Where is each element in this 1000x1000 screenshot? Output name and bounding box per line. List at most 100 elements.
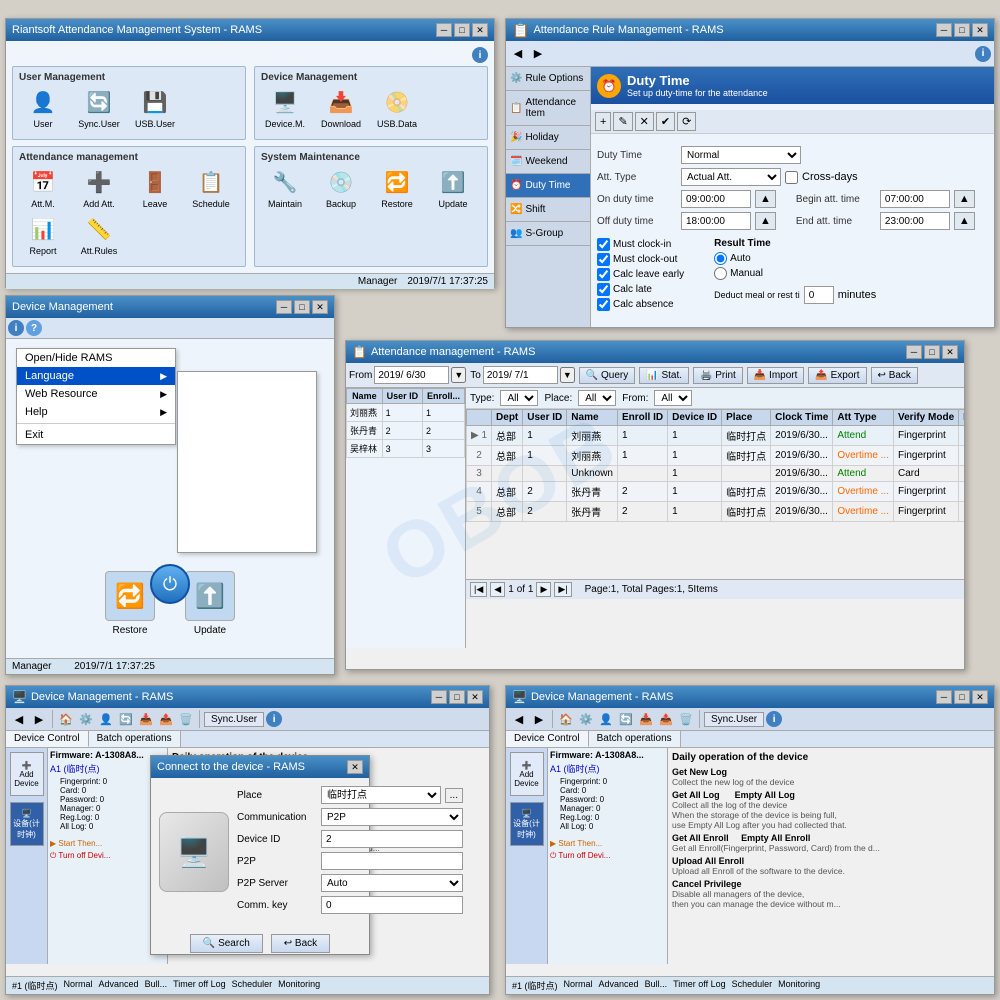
off-duty-spin-btn[interactable]: ▲ xyxy=(755,212,776,230)
info-icon[interactable]: i xyxy=(472,47,488,63)
p2p-server-select[interactable]: Auto xyxy=(321,874,463,892)
off-duty-input[interactable] xyxy=(681,212,751,230)
connect-close-btn[interactable]: ✕ xyxy=(347,760,363,774)
add-device-btn-right[interactable]: ➕ Add Device xyxy=(510,752,544,796)
menu-language[interactable]: Language ▶ Auto Arabic Chinese(Simplifie… xyxy=(17,367,175,385)
close-btn[interactable]: ✕ xyxy=(472,23,488,37)
dev-right-settings-icon[interactable]: ⚙️ xyxy=(577,710,595,728)
dev-left-close-btn[interactable]: ✕ xyxy=(467,690,483,704)
restore-dev-icon-item[interactable]: 🔁 Restore xyxy=(105,571,155,636)
sidebar-duty-time[interactable]: ⏰ Duty Time xyxy=(506,174,590,198)
calc-late-checkbox[interactable] xyxy=(597,283,610,296)
search-btn[interactable]: 🔍 Search xyxy=(190,934,263,953)
rule-back-btn[interactable]: ◀ xyxy=(509,45,527,63)
place-select[interactable]: 临时打点 xyxy=(321,786,441,804)
tab-device-control-right[interactable]: Device Control xyxy=(506,731,589,747)
dev-right-forward-btn[interactable]: ▶ xyxy=(530,710,548,728)
dev-left-download-icon[interactable]: 📥 xyxy=(137,710,155,728)
update-btn[interactable]: ⬆️ Update xyxy=(427,166,479,209)
sync-user-btn[interactable]: 🔄 Sync.User xyxy=(73,86,125,129)
device-id-input[interactable] xyxy=(321,830,463,848)
dev-left-sync-icon[interactable]: 🔄 xyxy=(117,710,135,728)
dev-left-forward-btn[interactable]: ▶ xyxy=(30,710,48,728)
tab-batch-ops-right[interactable]: Batch operations xyxy=(589,731,681,747)
auto-radio[interactable] xyxy=(714,252,727,265)
add-rule-btn[interactable]: + xyxy=(595,112,611,131)
export-btn[interactable]: 📤 Export xyxy=(808,367,866,384)
add-device-btn[interactable]: ➕ Add Device xyxy=(10,752,44,796)
refresh-rule-btn[interactable]: ⟳ xyxy=(677,112,696,131)
device-minimize-btn[interactable]: ─ xyxy=(276,300,292,314)
device-tree-item-1[interactable]: A1 (临时(点) xyxy=(50,762,165,775)
delete-rule-btn[interactable]: ✕ xyxy=(635,112,654,131)
att-minimize-btn[interactable]: ─ xyxy=(906,345,922,359)
sidebar-rule-options[interactable]: ⚙️ Rule Options xyxy=(506,67,590,91)
sidebar-shift[interactable]: 🔀 Shift xyxy=(506,198,590,222)
device-m-btn[interactable]: 🖥️ Device.M. xyxy=(259,86,311,129)
device-item-btn-right[interactable]: 🖥️ 设备(计时钟) xyxy=(510,802,544,846)
minimize-btn[interactable]: ─ xyxy=(436,23,452,37)
dev-left-info-icon[interactable]: i xyxy=(266,711,282,727)
left-row-1[interactable]: 刘丽燕 1 1 xyxy=(347,404,465,422)
apply-rule-btn[interactable]: ✔ xyxy=(656,112,675,131)
cross-days-checkbox[interactable] xyxy=(785,171,798,184)
dev-left-minimize-btn[interactable]: ─ xyxy=(431,690,447,704)
att-rules-btn[interactable]: 📏 Att.Rules xyxy=(73,213,125,256)
maximize-btn[interactable]: □ xyxy=(454,23,470,37)
maintain-btn[interactable]: 🔧 Maintain xyxy=(259,166,311,209)
stat-btn[interactable]: 📊 Stat. xyxy=(639,367,689,384)
att-maximize-btn[interactable]: □ xyxy=(924,345,940,359)
lang-chinese-simplified[interactable]: Chinese(Simplified) xyxy=(178,408,316,426)
deduct-input[interactable] xyxy=(804,286,834,304)
begin-att-input[interactable] xyxy=(880,190,950,208)
schedule-btn[interactable]: 📋 Schedule xyxy=(185,166,237,209)
sync-user-btn[interactable]: Sync.User xyxy=(204,712,264,727)
print-btn[interactable]: 🖨️ Print xyxy=(693,367,743,384)
back-dialog-btn[interactable]: ↩ Back xyxy=(271,934,330,953)
dev-right-upload-icon[interactable]: 📤 xyxy=(657,710,675,728)
from-date-dropdown-btn[interactable]: ▼ xyxy=(451,367,466,383)
edit-rule-btn[interactable]: ✎ xyxy=(613,112,632,131)
communication-select[interactable]: P2P xyxy=(321,808,463,826)
dev-right-download-icon[interactable]: 📥 xyxy=(637,710,655,728)
first-page-btn[interactable]: |◀ xyxy=(470,582,487,597)
p2p-input[interactable] xyxy=(321,852,463,870)
lang-espanol[interactable]: Español xyxy=(178,462,316,480)
lang-turkish[interactable]: Turkish xyxy=(178,534,316,552)
back-btn[interactable]: ↩ Back xyxy=(871,367,918,384)
tab-device-control[interactable]: Device Control xyxy=(6,731,89,747)
end-att-input[interactable] xyxy=(880,212,950,230)
dev-right-maximize-btn[interactable]: □ xyxy=(954,690,970,704)
menu-open-hide[interactable]: Open/Hide RAMS xyxy=(17,349,175,367)
to-date-dropdown-btn[interactable]: ▼ xyxy=(560,367,575,383)
device-help-icon[interactable]: ? xyxy=(26,320,42,336)
dev-right-user-icon[interactable]: 👤 xyxy=(597,710,615,728)
place-edit-btn[interactable]: ... xyxy=(445,788,463,803)
lang-thai[interactable]: Thai xyxy=(178,516,316,534)
report-btn[interactable]: 📊 Report xyxy=(17,213,69,256)
comm-key-input[interactable] xyxy=(321,896,463,914)
rule-info-icon[interactable]: i xyxy=(975,46,991,62)
dev-left-upload-icon[interactable]: 📤 xyxy=(157,710,175,728)
rule-close-btn[interactable]: ✕ xyxy=(972,23,988,37)
update-dev-icon-item[interactable]: ⬆️ Update xyxy=(185,571,235,636)
dev-left-maximize-btn[interactable]: □ xyxy=(449,690,465,704)
device-tree-item-right[interactable]: A1 (临时(点) xyxy=(550,762,665,775)
att-m-btn[interactable]: 📅 Att.M. xyxy=(17,166,69,209)
last-page-btn[interactable]: ▶| xyxy=(554,582,571,597)
lang-english[interactable]: English xyxy=(178,444,316,462)
sidebar-holiday[interactable]: 🎉 Holiday xyxy=(506,126,590,150)
leave-btn[interactable]: 🚪 Leave xyxy=(129,166,181,209)
rule-maximize-btn[interactable]: □ xyxy=(954,23,970,37)
next-page-btn[interactable]: ▶ xyxy=(536,582,551,597)
device-close-btn[interactable]: ✕ xyxy=(312,300,328,314)
device-info-icon[interactable]: i xyxy=(8,320,24,336)
must-clock-in-checkbox[interactable] xyxy=(597,238,610,251)
lang-chinese-traditional[interactable]: Chinese(Traditional) xyxy=(178,426,316,444)
table-row[interactable]: 4 总部 2 张丹青 2 1 临时打点 2019/6/30... Overtim… xyxy=(467,482,965,502)
device-item-btn[interactable]: 🖥️ 设备(计时钟) xyxy=(10,802,44,846)
lang-french[interactable]: French xyxy=(178,480,316,498)
on-duty-spin-btn[interactable]: ▲ xyxy=(755,190,776,208)
rule-minimize-btn[interactable]: ─ xyxy=(936,23,952,37)
dev-right-sync-icon[interactable]: 🔄 xyxy=(617,710,635,728)
